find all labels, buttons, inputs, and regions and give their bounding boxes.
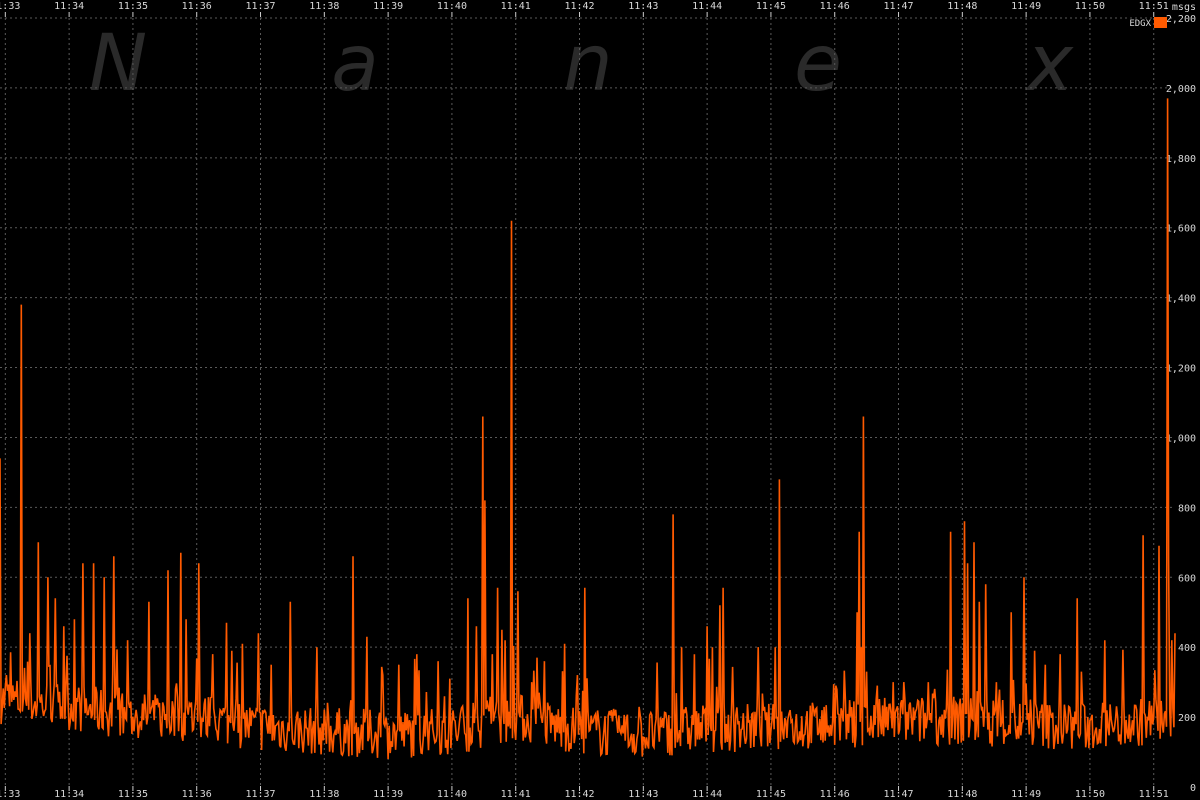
- x-tick-label-bottom: 11:38: [309, 789, 339, 800]
- legend-label: EDGX: [1129, 19, 1151, 29]
- x-tick-label-bottom: 11:39: [373, 789, 403, 800]
- y-tick-label: 1,400: [1166, 294, 1196, 305]
- y-tick-label: 2,200: [1166, 14, 1196, 25]
- x-tick-label-bottom: 11:46: [820, 789, 850, 800]
- x-tick-label-bottom: 11:48: [947, 789, 977, 800]
- x-tick-label-top: 11:49: [1011, 1, 1041, 12]
- x-tick-label-bottom: 11:34: [54, 789, 84, 800]
- x-tick-label-bottom: 11:50: [1075, 789, 1105, 800]
- x-tick-label-bottom: 11:43: [628, 789, 658, 800]
- x-tick-label-top: 11:48: [947, 1, 977, 12]
- x-tick-label-bottom: 11:44: [692, 789, 722, 800]
- x-tick-label-top: 11:40: [437, 1, 467, 12]
- x-tick-label-bottom: 11:51: [1139, 789, 1169, 800]
- x-tick-label-bottom: 11:47: [883, 789, 913, 800]
- x-tick-label-bottom: 11:40: [437, 789, 467, 800]
- x-tick-label-bottom: 11:33: [0, 789, 20, 800]
- y-tick-label: 600: [1178, 573, 1196, 584]
- x-tick-label-bottom: 11:49: [1011, 789, 1041, 800]
- x-tick-label-top: 11:43: [628, 1, 658, 12]
- x-tick-label-bottom: 11:37: [245, 789, 275, 800]
- x-tick-label-top: 11:41: [501, 1, 531, 12]
- x-tick-label-top: 11:45: [756, 1, 786, 12]
- x-tick-label-top: 11:39: [373, 1, 403, 12]
- x-tick-label-top: 11:37: [245, 1, 275, 12]
- chart: Nanex 11:3311:3411:3511:3611:3711:3811:3…: [0, 0, 1200, 800]
- x-tick-label-top: 11:38: [309, 1, 339, 12]
- y-tick-label: 1,200: [1166, 364, 1196, 375]
- y-tick-label: 2,000: [1166, 84, 1196, 95]
- y-tick-label: 800: [1178, 503, 1196, 514]
- x-tick-label-bottom: 11:35: [118, 789, 148, 800]
- x-tick-label-bottom: 11:36: [182, 789, 212, 800]
- x-tick-label-bottom: 11:41: [501, 789, 531, 800]
- x-tick-label-top: 11:46: [820, 1, 850, 12]
- x-tick-label-top: 11:50: [1075, 1, 1105, 12]
- y-tick-label: 1,800: [1166, 154, 1196, 165]
- x-tick-label-bottom: 11:45: [756, 789, 786, 800]
- x-tick-label-top: 11:42: [564, 1, 594, 12]
- x-tick-label-top: 11:47: [883, 1, 913, 12]
- watermark-letter: n: [563, 19, 612, 109]
- x-tick-label-top: 11:35: [118, 1, 148, 12]
- legend-swatch: [1154, 17, 1167, 28]
- y-tick-label: 200: [1178, 713, 1196, 724]
- y-tick-label: 400: [1178, 643, 1196, 654]
- watermark-letter: a: [331, 19, 379, 109]
- x-tick-label-top: 11:34: [54, 1, 84, 12]
- x-tick-label-top: 11:33: [0, 1, 20, 12]
- y-tick-label: 1,600: [1166, 224, 1196, 235]
- x-tick-label-top: 11:51: [1139, 1, 1169, 12]
- x-tick-label-top: 11:36: [182, 1, 212, 12]
- y-tick-label: 1,000: [1166, 433, 1196, 444]
- x-tick-label-bottom: 11:42: [564, 789, 594, 800]
- watermark-letter: N: [89, 19, 147, 109]
- legend: EDGX: [1129, 17, 1167, 29]
- y-axis-label: msgs: [1172, 2, 1196, 13]
- x-tick-label-top: 11:44: [692, 1, 722, 12]
- watermark-letter: x: [1024, 19, 1074, 109]
- y-tick-label: 0: [1190, 783, 1196, 794]
